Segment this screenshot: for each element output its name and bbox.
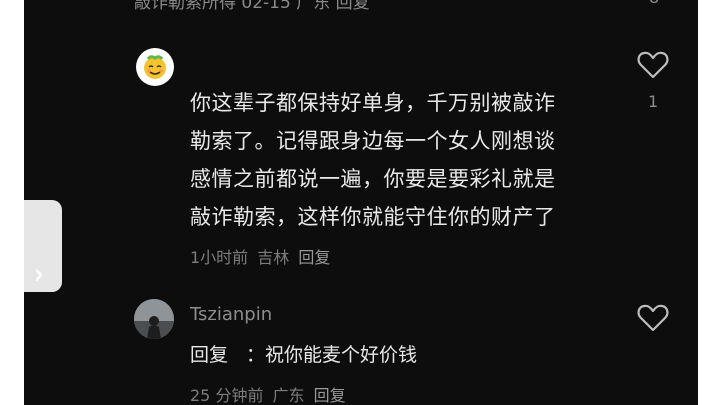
heart-outline-icon[interactable]	[637, 50, 669, 80]
previous-comment-like-count: 8	[649, 0, 659, 7]
comment-body: 你这辈子都保持好单身，千万别被敲诈 勒索了。记得跟身边每一个女人刚想谈 感情之前…	[190, 84, 610, 236]
heart-outline-icon[interactable]	[637, 303, 669, 333]
reply-content: ：祝你能麦个好价钱	[246, 344, 418, 366]
reply-body: 回复 ：祝你能麦个好价钱	[190, 340, 417, 367]
comment-line: 勒索了。记得跟身边每一个女人刚想谈	[190, 129, 556, 153]
chevron-right-icon: ›	[34, 257, 44, 291]
comment-reply-button[interactable]: 回复	[298, 248, 330, 267]
comment-line: 你这辈子都保持好单身，千万别被敲诈	[190, 91, 556, 115]
previous-comment-meta: 敲诈勒索所得 02-15 广东 回复	[134, 0, 370, 13]
emoji-avatar-icon	[144, 55, 166, 79]
comment-meta: 1小时前 吉林 回复	[190, 244, 334, 268]
reply-prefix: 回复	[190, 344, 229, 366]
comment-feed: 敲诈勒索所得 02-15 广东 回复 8 你这辈子都保持好单身，千万别被敲诈 勒…	[24, 0, 698, 405]
reply-location: 广东	[272, 386, 305, 405]
side-expand-tab[interactable]: ›	[24, 200, 62, 292]
previous-comment-meta-text: 敲诈勒索所得 02-15 广东 回复	[134, 0, 370, 13]
reply-username[interactable]: Tszianpin	[190, 304, 272, 325]
comment-line: 敲诈勒索，这样你就能守住你的财产了	[190, 205, 556, 229]
comment-time: 1小时前	[190, 248, 249, 267]
comment-like-count: 1	[648, 92, 659, 111]
reply-time: 25 分钟前	[190, 386, 264, 405]
reply-meta: 25 分钟前 广东 回复	[190, 382, 350, 405]
comment-avatar[interactable]	[136, 48, 174, 86]
comment-location: 吉林	[257, 248, 290, 267]
reply-avatar[interactable]	[134, 299, 174, 339]
comment-line: 感情之前都说一遍，你要是要彩礼就是	[190, 167, 556, 191]
user-photo-icon	[134, 299, 174, 339]
reply-reply-button[interactable]: 回复	[314, 386, 346, 405]
